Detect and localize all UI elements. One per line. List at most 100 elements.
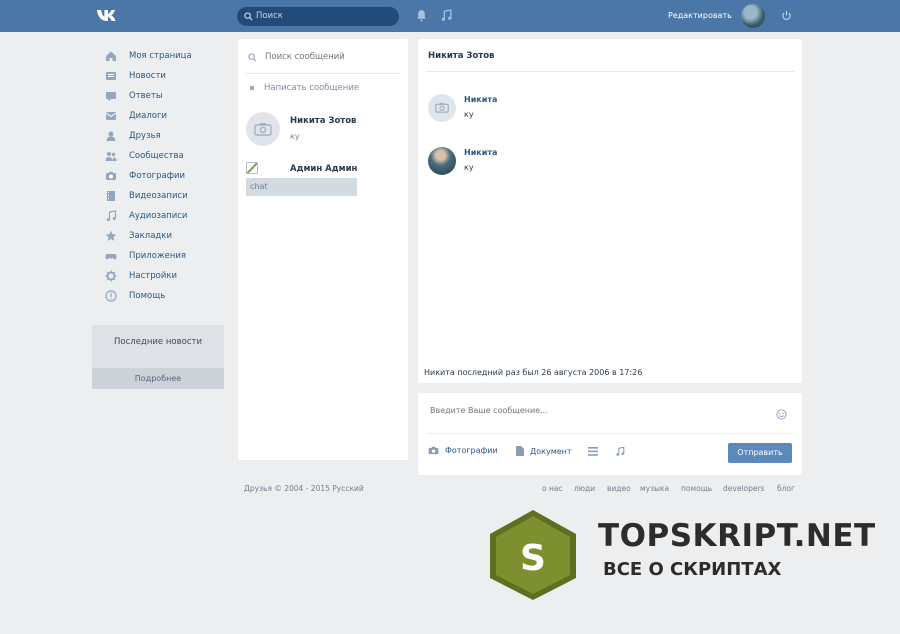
film-icon [107, 191, 115, 201]
divider [426, 71, 794, 72]
message-author[interactable]: Никита [464, 148, 497, 157]
footer-link[interactable]: о нас [542, 484, 563, 493]
dialog-preview: chat [246, 178, 357, 196]
camera-icon [106, 171, 116, 180]
write-message-label: Написать сообщение [264, 83, 360, 93]
send-button[interactable]: Отправить [728, 443, 792, 463]
chat-title[interactable]: Никита Зотов [428, 51, 494, 61]
sidebar-item-audio[interactable]: Аудиозаписи [105, 208, 225, 224]
divider [246, 73, 400, 74]
latest-news-box: Последние новости Подробнее [92, 325, 224, 389]
search-icon [244, 12, 253, 21]
dialogs-panel: Написать сообщение Никита Зотов ку Админ… [238, 39, 408, 460]
header-search-placeholder: Поиск [256, 11, 283, 21]
camera-icon [435, 102, 449, 113]
sidebar-item-videos[interactable]: Видеозаписи [105, 188, 225, 204]
sidebar-item-label: Моя страница [129, 51, 192, 61]
gear-icon [105, 270, 117, 282]
latest-news-title: Последние новости [114, 337, 202, 347]
sidebar-item-label: Помощь [129, 291, 166, 301]
message-author[interactable]: Никита [464, 95, 497, 104]
sidebar-item-communities[interactable]: Сообщества [105, 148, 225, 164]
sidebar-item-friends[interactable]: Друзья [105, 128, 225, 144]
sidebar-item-settings[interactable]: Настройки [105, 268, 225, 284]
attach-document-button[interactable]: Документ [516, 446, 572, 456]
sidebar-item-answers[interactable]: Ответы [105, 88, 225, 104]
top-header: Поиск Редактировать [0, 0, 900, 32]
dialog-item[interactable]: Админ Админ chat [246, 162, 400, 196]
sidebar-item-label: Ответы [129, 91, 163, 101]
sidebar-item-label: Видеозаписи [129, 191, 188, 201]
watermark-logo-icon: S [490, 510, 576, 600]
sidebar-item-label: Друзья [129, 131, 161, 141]
dialog-name: Админ Админ [290, 164, 358, 174]
sidebar-item-label: Сообщества [129, 151, 184, 161]
power-icon[interactable] [781, 10, 792, 21]
help-icon [105, 290, 117, 302]
message-input[interactable] [430, 406, 760, 415]
dialog-preview: ку [290, 132, 300, 141]
groups-icon [105, 152, 117, 161]
footer-link[interactable]: видео [607, 484, 631, 493]
avatar[interactable] [428, 147, 456, 175]
last-seen-status: Никита последний раз был 26 августа 2006… [424, 368, 643, 377]
header-user-name[interactable]: Редактировать [668, 11, 732, 20]
header-search[interactable]: Поиск [237, 7, 399, 26]
smile-icon[interactable] [776, 409, 787, 420]
sidebar-item-label: Новости [129, 71, 166, 81]
camera-icon [428, 446, 439, 455]
sidebar-item-label: Аудиозаписи [129, 211, 188, 221]
vk-logo-icon[interactable] [96, 8, 120, 24]
message-composer: Фотографии Документ Отправить [418, 393, 802, 475]
write-message-button[interactable]: Написать сообщение [250, 83, 359, 93]
message: Никита ку [428, 147, 788, 179]
attach-photo-button[interactable]: Фотографии [428, 446, 498, 455]
footer-link[interactable]: developers [723, 484, 764, 493]
pencil-icon [250, 85, 254, 90]
news-icon [106, 72, 116, 80]
message: Никита ку [428, 94, 788, 126]
sidebar-item-dialogs[interactable]: Диалоги [105, 108, 225, 124]
footer-link[interactable]: блог [777, 484, 795, 493]
dialogs-search-input[interactable] [265, 52, 400, 62]
footer-link[interactable]: музыка [640, 484, 669, 493]
music-icon[interactable] [615, 446, 625, 457]
sidebar-item-photos[interactable]: Фотографии [105, 168, 225, 184]
messages-icon [105, 112, 117, 120]
search-icon [248, 53, 257, 62]
user-icon [106, 131, 116, 141]
sidebar-item-my-page[interactable]: Моя страница [105, 48, 225, 64]
latest-news-more-button[interactable]: Подробнее [92, 368, 224, 389]
gamepad-icon [105, 254, 117, 260]
header-avatar[interactable] [741, 4, 765, 28]
camera-icon [254, 123, 272, 136]
music-icon [106, 210, 117, 222]
sidebar-item-help[interactable]: Помощь [105, 288, 225, 304]
message-text: ку [464, 110, 474, 119]
list-icon[interactable] [588, 447, 598, 456]
sidebar-item-bookmarks[interactable]: Закладки [105, 228, 225, 244]
sidebar-item-label: Приложения [129, 251, 187, 261]
chat-panel: Никита Зотов Никита ку Никита ку Никита … [418, 39, 802, 383]
message-text: ку [464, 163, 474, 172]
broken-image-icon [246, 162, 258, 174]
avatar [246, 112, 280, 146]
sidebar-item-apps[interactable]: Приложения [105, 248, 225, 264]
avatar[interactable] [428, 94, 456, 122]
footer-link[interactable]: люди [574, 484, 595, 493]
music-icon[interactable] [440, 9, 453, 22]
watermark-letter: S [520, 538, 546, 579]
star-icon [105, 230, 117, 241]
bell-icon[interactable] [415, 9, 428, 22]
divider [426, 433, 794, 434]
feedback-icon [106, 92, 116, 101]
attach-photo-label: Фотографии [445, 446, 498, 455]
sidebar-item-news[interactable]: Новости [105, 68, 225, 84]
sidebar-item-label: Настройки [129, 271, 178, 281]
watermark-title: TOPSKRIPT.NET [598, 518, 876, 554]
document-icon [516, 446, 524, 456]
dialog-name: Никита Зотов [290, 116, 357, 126]
sidebar-item-label: Диалоги [129, 111, 167, 121]
footer-link[interactable]: помощь [681, 484, 712, 493]
dialog-item[interactable]: Никита Зотов ку [246, 110, 400, 152]
